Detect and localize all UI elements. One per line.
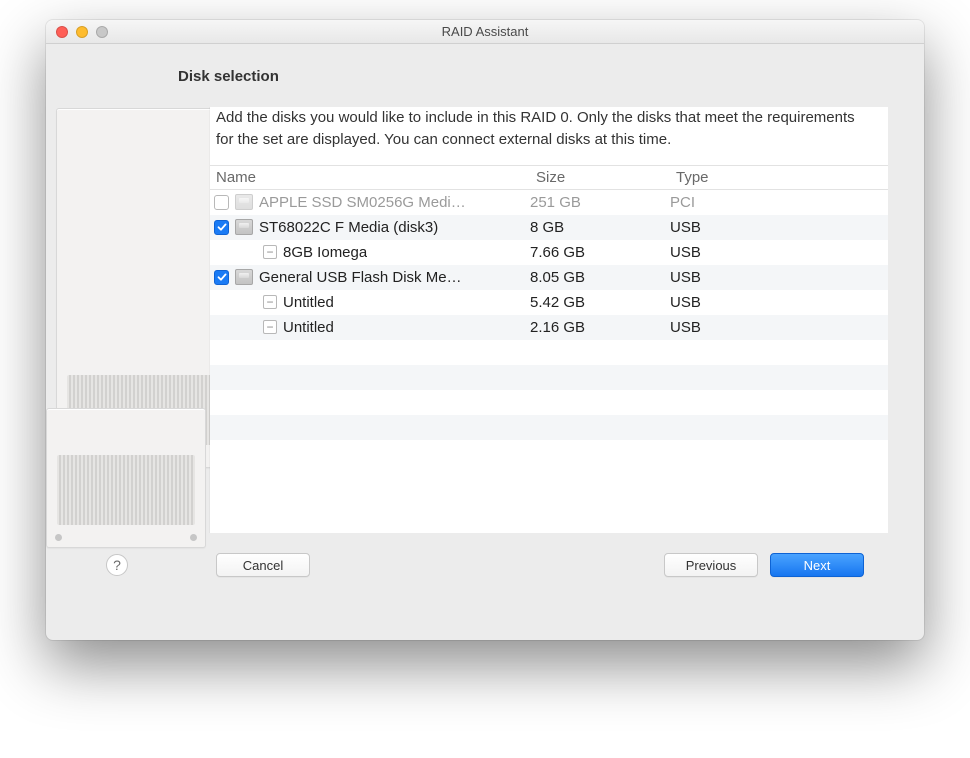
- cell-name: −Untitled: [210, 319, 530, 336]
- cancel-button[interactable]: Cancel: [216, 553, 310, 577]
- hard-drive-icon: [235, 219, 253, 235]
- disk-type: USB: [670, 269, 888, 286]
- page-title: Disk selection: [178, 68, 888, 85]
- hard-drive-icon: [235, 269, 253, 285]
- window-controls: [56, 26, 108, 38]
- previous-button[interactable]: Previous: [664, 553, 758, 577]
- disk-size: 8.05 GB: [530, 269, 670, 286]
- disk-type: USB: [670, 219, 888, 236]
- volume-icon: −: [263, 320, 277, 334]
- table-row[interactable]: −Untitled2.16 GBUSB: [210, 315, 888, 340]
- volume-icon: −: [263, 245, 277, 259]
- table-row: [210, 415, 888, 440]
- zoom-icon: [96, 26, 108, 38]
- table-row: [210, 340, 888, 365]
- table-row[interactable]: General USB Flash Disk Me… 8.05 GBUSB: [210, 265, 888, 290]
- disk-type: USB: [670, 319, 888, 336]
- disk-size: 5.42 GB: [530, 294, 670, 311]
- disk-type: USB: [670, 244, 888, 261]
- minimize-icon[interactable]: [76, 26, 88, 38]
- table-header: Name Size Type: [210, 166, 888, 190]
- table-row[interactable]: APPLE SSD SM0256G Medi… 251 GBPCI: [210, 190, 888, 215]
- content-panel: Add the disks you would like to include …: [210, 107, 888, 533]
- help-button[interactable]: ?: [106, 554, 128, 576]
- close-icon[interactable]: [56, 26, 68, 38]
- cell-name: ST68022C F Media (disk3): [210, 219, 530, 236]
- disk-size: 8 GB: [530, 219, 670, 236]
- body: Disk selection Add the disks you would l…: [46, 44, 924, 640]
- table-row: [210, 390, 888, 415]
- window-title: RAID Assistant: [46, 24, 924, 39]
- include-checkbox: [214, 195, 229, 210]
- disk-name: Untitled: [283, 319, 334, 336]
- table-row: [210, 440, 888, 465]
- hard-drive-icon: [235, 194, 253, 210]
- footer: ? Cancel Previous Next: [82, 533, 888, 597]
- cell-name: APPLE SSD SM0256G Medi…: [210, 194, 530, 211]
- disk-name: APPLE SSD SM0256G Medi…: [259, 194, 466, 211]
- window: RAID Assistant Disk selection Add the di…: [46, 20, 924, 640]
- disk-table: Name Size Type APPLE SSD SM0256G Medi… 25…: [210, 165, 888, 534]
- include-checkbox[interactable]: [214, 270, 229, 285]
- disk-type: USB: [670, 294, 888, 311]
- disk-name: General USB Flash Disk Me…: [259, 269, 462, 286]
- table-row[interactable]: −8GB Iomega7.66 GBUSB: [210, 240, 888, 265]
- volume-icon: −: [263, 295, 277, 309]
- disk-name: ST68022C F Media (disk3): [259, 219, 438, 236]
- disk-name: Untitled: [283, 294, 334, 311]
- cell-name: General USB Flash Disk Me…: [210, 269, 530, 286]
- table-row: [210, 365, 888, 390]
- disk-type: PCI: [670, 194, 888, 211]
- titlebar: RAID Assistant: [46, 20, 924, 44]
- col-size[interactable]: Size: [530, 169, 670, 186]
- disk-size: 2.16 GB: [530, 319, 670, 336]
- instructions: Add the disks you would like to include …: [210, 107, 888, 165]
- col-type[interactable]: Type: [670, 169, 888, 186]
- include-checkbox[interactable]: [214, 220, 229, 235]
- table-body: APPLE SSD SM0256G Medi… 251 GBPCI ST68022C…: [210, 190, 888, 534]
- disk-size: 251 GB: [530, 194, 670, 211]
- next-button[interactable]: Next: [770, 553, 864, 577]
- col-name[interactable]: Name: [210, 169, 530, 186]
- cell-name: −8GB Iomega: [210, 244, 530, 261]
- disk-name: 8GB Iomega: [283, 244, 367, 261]
- table-row[interactable]: ST68022C F Media (disk3) 8 GBUSB: [210, 215, 888, 240]
- table-row[interactable]: −Untitled5.42 GBUSB: [210, 290, 888, 315]
- cell-name: −Untitled: [210, 294, 530, 311]
- disk-size: 7.66 GB: [530, 244, 670, 261]
